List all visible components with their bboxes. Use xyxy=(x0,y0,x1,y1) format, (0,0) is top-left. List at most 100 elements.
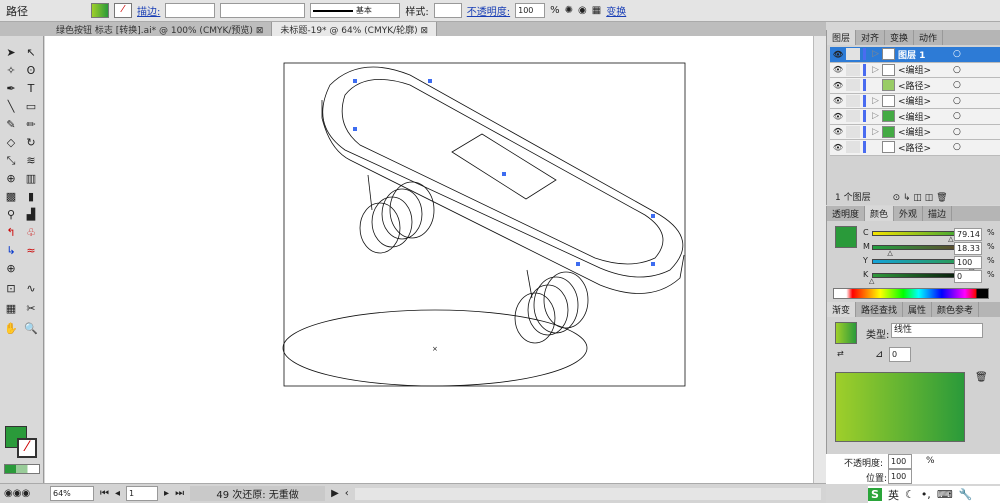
tab-transform[interactable]: 变换 xyxy=(885,30,915,45)
target-icon[interactable]: ○ xyxy=(953,142,961,152)
keyboard-icon[interactable]: ⌨ xyxy=(937,488,953,501)
style-select[interactable] xyxy=(433,3,462,18)
color-mode-buttons[interactable] xyxy=(4,464,40,474)
channel-value-input[interactable]: 79.14 xyxy=(954,228,982,241)
type-tool-icon[interactable]: T xyxy=(23,82,39,96)
eraser-tool-icon[interactable]: ◇ xyxy=(3,136,19,150)
mesh-tool-icon[interactable]: ▩ xyxy=(3,190,19,204)
warp-tool-icon[interactable]: ≋ xyxy=(23,154,39,168)
horizontal-scrollbar[interactable] xyxy=(354,487,821,500)
layer-row[interactable]: 👁 ▷ <编组> ○ xyxy=(830,109,1000,125)
graph-tool-icon[interactable]: ▟ xyxy=(23,208,39,222)
eye-icon[interactable]: 👁 xyxy=(830,96,846,105)
prev-page-icon[interactable]: ◂ xyxy=(115,488,120,499)
page-select[interactable]: 1 xyxy=(126,486,159,501)
gradient-slider[interactable] xyxy=(835,372,965,442)
layer-buttons-icon[interactable]: ⊙ ↳ ◫ ◫ 🗑 xyxy=(893,193,948,203)
stroke-link[interactable]: 描边: xyxy=(137,3,160,18)
zoom-select[interactable]: 64% xyxy=(50,486,94,501)
tab-align[interactable]: 对齐 xyxy=(856,30,886,45)
mesh-icon[interactable]: ▦ xyxy=(3,302,19,316)
wrench-icon[interactable]: 🔧 xyxy=(959,488,973,501)
delete-stop-icon[interactable]: 🗑 xyxy=(975,372,988,383)
scale-tool-icon[interactable]: ⤡ xyxy=(3,154,19,168)
tab-actions[interactable]: 动作 xyxy=(914,30,944,45)
color-spectrum[interactable] xyxy=(833,288,989,299)
direct-selection-tool-icon[interactable]: ↖ xyxy=(23,46,39,60)
punctuation-icon[interactable]: •, xyxy=(921,488,931,501)
lock-toggle[interactable] xyxy=(846,110,860,123)
blend-tool-icon[interactable]: ↰ xyxy=(3,226,19,240)
layer-row[interactable]: 👁 <路径> ○ xyxy=(830,140,1000,156)
pen-tool-icon[interactable]: ✒ xyxy=(3,82,19,96)
width-tool-icon[interactable]: ∿ xyxy=(23,282,39,296)
zoom-tool-icon[interactable]: ⊡ xyxy=(3,282,19,296)
lock-toggle[interactable] xyxy=(846,94,860,107)
canvas[interactable]: × xyxy=(45,36,813,483)
artboard-tool-icon[interactable]: ≈ xyxy=(23,244,39,258)
eye-icon[interactable]: 👁 xyxy=(830,81,846,90)
lock-toggle[interactable] xyxy=(846,48,860,61)
eye-icon[interactable]: 👁 xyxy=(830,50,846,59)
tab-gradient[interactable]: 渐变 xyxy=(827,302,857,317)
variable-width-select[interactable] xyxy=(220,3,306,18)
eyedropper-icon[interactable]: ⚲ xyxy=(3,208,19,222)
expand-icon[interactable]: ▷ xyxy=(872,96,882,106)
magnifier-icon[interactable]: 🔍 xyxy=(23,322,39,336)
tab-color[interactable]: 颜色 xyxy=(865,206,895,221)
first-page-icon[interactable]: ⏮ xyxy=(100,488,109,499)
lock-toggle[interactable] xyxy=(846,125,860,138)
perspective-icon[interactable]: ▥ xyxy=(23,172,39,186)
slider-handle[interactable]: △ xyxy=(887,249,892,257)
layer-row[interactable]: 👁 ▷ 图层 1 ○ xyxy=(830,47,1000,63)
lock-toggle[interactable] xyxy=(846,63,860,76)
stroke-weight-input[interactable] xyxy=(165,3,216,18)
gradient-opacity-input[interactable]: 100 xyxy=(888,454,912,469)
brush-select[interactable]: 基本 xyxy=(310,3,401,18)
stroke-swatch[interactable]: ⁄ xyxy=(114,3,132,18)
screen-mode-icons[interactable]: ◉◉◉ xyxy=(4,488,44,499)
gradient-type-select[interactable]: 线性 xyxy=(891,323,983,338)
target-icon[interactable]: ○ xyxy=(953,65,961,75)
tab-transparency[interactable]: 透明度 xyxy=(827,206,866,221)
eye-icon[interactable]: 👁 xyxy=(830,112,846,121)
layer-row[interactable]: 👁 <路径> ○ xyxy=(830,78,1000,94)
expand-icon[interactable]: ▷ xyxy=(872,65,882,75)
sogou-icon[interactable]: S xyxy=(868,488,882,501)
tab-layers[interactable]: 图层 xyxy=(827,30,857,45)
tab-stroke[interactable]: 描边 xyxy=(923,206,953,221)
close-icon[interactable]: ⊠ xyxy=(256,26,264,36)
symbol-tool-icon[interactable]: ♧ xyxy=(23,226,39,240)
align-icon[interactable]: ◉ xyxy=(578,5,587,16)
pencil-tool-icon[interactable]: ✏ xyxy=(23,118,39,132)
hscroll-left-icon[interactable]: ‹ xyxy=(345,488,349,499)
eye-icon[interactable]: 👁 xyxy=(830,143,846,152)
expand-icon[interactable]: ▷ xyxy=(872,127,882,137)
eye-icon[interactable]: 👁 xyxy=(830,65,846,74)
close-icon[interactable]: ⊠ xyxy=(421,26,429,36)
hand-icon[interactable]: ✋ xyxy=(3,322,19,336)
ime-language[interactable]: 英 xyxy=(888,487,899,503)
expand-icon[interactable]: ▷ xyxy=(872,49,882,59)
selection-tool-icon[interactable]: ➤ xyxy=(3,46,19,60)
location-input[interactable]: 100 xyxy=(888,469,912,484)
target-icon[interactable]: ○ xyxy=(953,111,961,121)
slider-handle[interactable]: △ xyxy=(948,235,953,243)
fill-swatch[interactable] xyxy=(91,3,109,18)
vertical-scrollbar[interactable] xyxy=(813,36,826,483)
channel-value-input[interactable]: 100 xyxy=(954,256,982,269)
tab-attributes[interactable]: 属性 xyxy=(903,302,933,317)
target-icon[interactable]: ○ xyxy=(953,127,961,137)
rotate-tool-icon[interactable]: ↻ xyxy=(23,136,39,150)
lasso-icon[interactable]: ʘ xyxy=(23,64,39,78)
channel-value-input[interactable]: 18.33 xyxy=(954,242,982,255)
slice-tool-icon[interactable]: ↳ xyxy=(3,244,19,258)
line-tool-icon[interactable]: ╲ xyxy=(3,100,19,114)
gradient-swatch[interactable] xyxy=(835,322,857,344)
rectangle-tool-icon[interactable]: ▭ xyxy=(23,100,39,114)
layer-row[interactable]: 👁 ▷ <编组> ○ xyxy=(830,93,1000,109)
layer-row[interactable]: 👁 ▷ <编组> ○ xyxy=(830,62,1000,78)
fill-swatch[interactable] xyxy=(835,226,857,248)
target-icon[interactable]: ○ xyxy=(953,96,961,106)
reverse-gradient-icon[interactable]: ⇄ xyxy=(837,349,844,358)
